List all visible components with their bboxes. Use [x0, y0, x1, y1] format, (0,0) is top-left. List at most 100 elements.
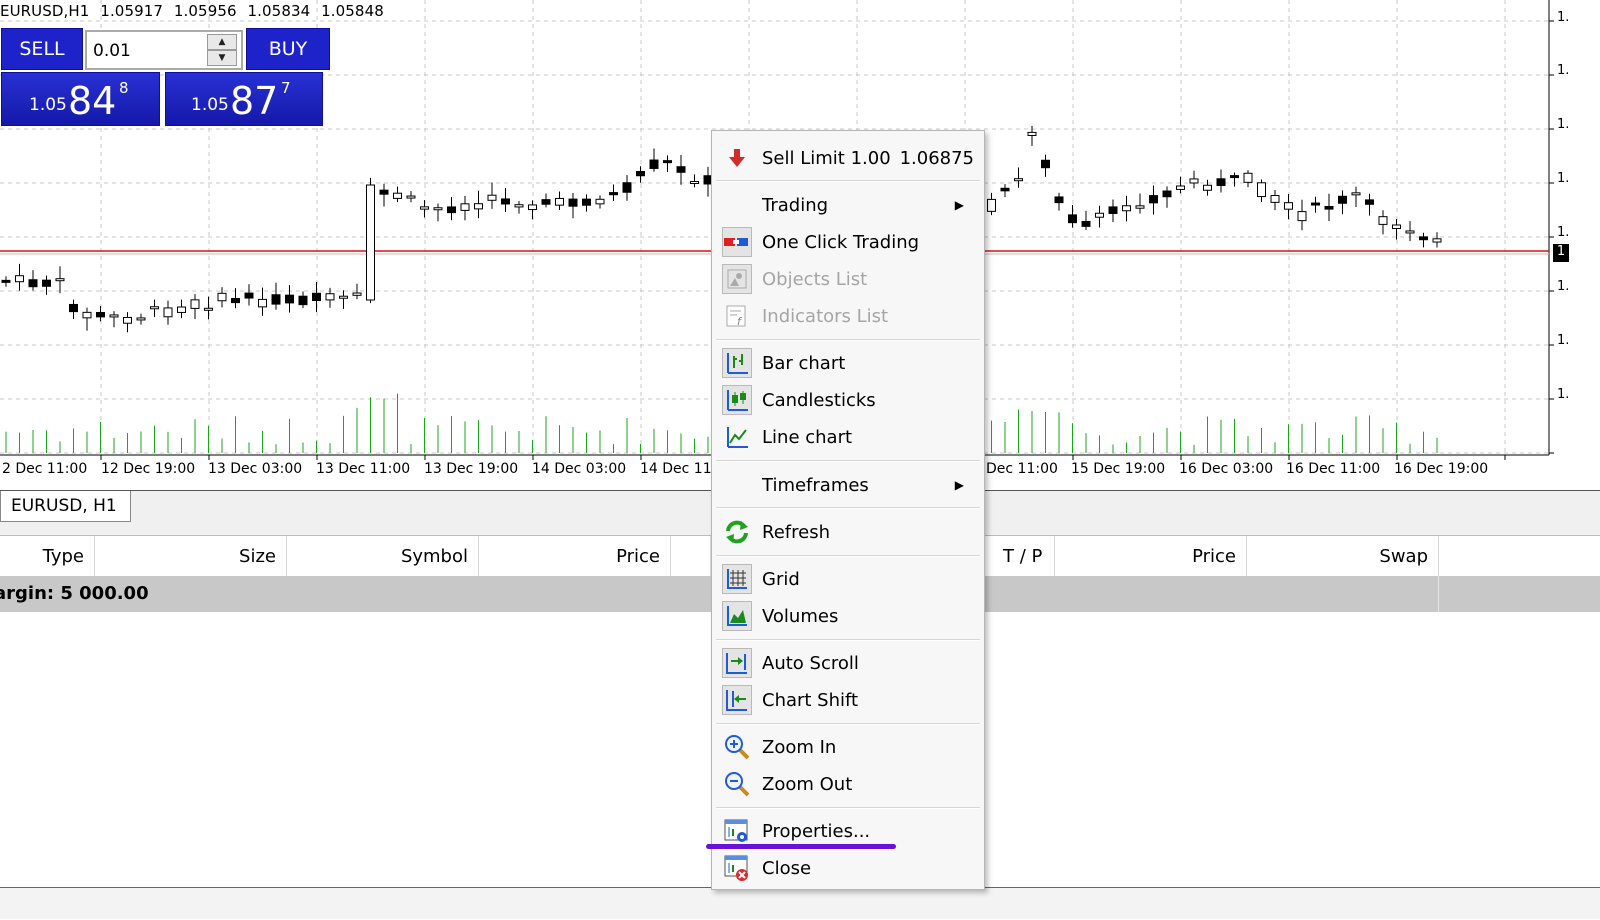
menu-separator [716, 507, 980, 509]
candle-body [339, 295, 348, 299]
candle-body [285, 294, 294, 304]
menu-item-volumes[interactable]: Volumes [716, 598, 980, 634]
candle-body [231, 298, 240, 304]
column-header-symbol[interactable]: Symbol [287, 536, 479, 576]
menu-item-trading[interactable]: Trading ▶ [716, 187, 980, 223]
candle-body [1108, 206, 1118, 214]
candle-body [622, 182, 632, 193]
candle-body [1432, 238, 1442, 243]
lot-decrease-button[interactable]: ▼ [207, 50, 237, 66]
status-bar [0, 888, 1600, 919]
column-header-price-current[interactable]: Price [1055, 536, 1247, 576]
menu-item-sell-limit[interactable]: Sell Limit 1.00 1.06875 [716, 140, 980, 176]
menu-item-bar-chart[interactable]: Bar chart [716, 345, 980, 381]
buy-price-button[interactable]: 1.05 87 7 [165, 72, 323, 126]
time-tick: 13 Dec 03:00 [208, 461, 303, 477]
candle-body [1338, 195, 1347, 204]
arrow-up-icon: ▲ [218, 37, 226, 47]
chart-shift-icon [722, 685, 752, 715]
candle-body [1081, 220, 1091, 227]
bar-chart-icon [722, 348, 752, 378]
column-header-tp[interactable]: T / P [985, 536, 1055, 576]
one-click-trading-panel: SELL ▲ ▼ BUY 1.05 84 8 1.05 87 7 [0, 28, 331, 126]
menu-label: Close [762, 857, 812, 879]
sell-price-button[interactable]: 1.05 84 8 [1, 72, 160, 126]
menu-label: Volumes [762, 605, 839, 627]
menu-separator [716, 639, 980, 641]
menu-item-grid[interactable]: Grid [716, 561, 980, 597]
column-header-size[interactable]: Size [95, 536, 287, 576]
time-tick: Dec 11:00 [986, 461, 1058, 477]
menu-label: Grid [762, 568, 800, 590]
candle-body [406, 195, 416, 199]
menu-item-line-chart[interactable]: Line chart [716, 419, 980, 455]
menu-label: Sell Limit 1.00 [762, 147, 891, 169]
candle-body [1054, 196, 1064, 204]
menu-label: Properties... [762, 820, 871, 842]
candle-body [1095, 212, 1104, 218]
candle-body [1365, 199, 1374, 205]
candle-body [109, 314, 119, 318]
candle-body [177, 306, 186, 313]
chart-header: EURUSD,H1 1.05917 1.05956 1.05834 1.0584… [0, 2, 390, 20]
candle-body [82, 311, 92, 319]
tab-eurusd-h1[interactable]: EURUSD, H1 [0, 491, 131, 522]
candle-body [55, 278, 65, 282]
balance-text: argin: 5 000.00 [0, 583, 149, 604]
candle-body [609, 192, 618, 196]
candle-body [447, 206, 456, 214]
candle-body [366, 184, 375, 301]
chart-open: 1.05917 [100, 2, 164, 20]
candle-body [28, 279, 38, 288]
menu-item-one-click-trading[interactable]: One Click Trading [716, 224, 980, 260]
candle-body [595, 198, 605, 205]
submenu-arrow-icon: ▶ [954, 478, 964, 492]
candle-body [1419, 236, 1428, 241]
menu-label: Zoom In [762, 736, 837, 758]
menu-item-timeframes[interactable]: Timeframes ▶ [716, 467, 980, 503]
menu-item-chart-shift[interactable]: Chart Shift [716, 682, 980, 718]
menu-separator [716, 339, 980, 341]
time-tick: 16 Dec 11:00 [1286, 461, 1381, 477]
menu-item-zoom-in[interactable]: Zoom In [716, 729, 980, 765]
menu-separator [716, 180, 980, 182]
candle-body [676, 166, 686, 173]
candle-body [190, 299, 200, 309]
menu-item-refresh[interactable]: Refresh [716, 514, 980, 550]
column-header-sl[interactable] [671, 536, 711, 576]
candle-body [1162, 190, 1172, 198]
zoom-out-icon [722, 769, 752, 799]
candle-body [541, 199, 551, 205]
time-tick: 12 Dec 19:00 [101, 461, 196, 477]
candle-body [123, 316, 132, 324]
grid-icon [722, 564, 752, 594]
menu-item-zoom-out[interactable]: Zoom Out [716, 766, 980, 802]
candle-body [42, 279, 51, 287]
column-header-price[interactable]: Price [479, 536, 671, 576]
lot-size-stepper[interactable]: ▲ ▼ [85, 30, 243, 70]
candle-body [582, 198, 591, 206]
price-tick: 1. [1557, 279, 1570, 294]
candle-body [312, 292, 321, 302]
lot-size-input[interactable] [91, 36, 205, 66]
buy-button[interactable]: BUY [246, 28, 330, 70]
candle-body [1203, 184, 1212, 191]
menu-label: One Click Trading [762, 231, 920, 253]
menu-item-close[interactable]: Close [716, 850, 980, 886]
menu-separator [716, 555, 980, 557]
sell-button[interactable]: SELL [1, 28, 83, 70]
candle-body [1405, 230, 1415, 234]
zoom-in-icon [722, 732, 752, 762]
menu-item-auto-scroll[interactable]: Auto Scroll [716, 645, 980, 681]
price-tick: 1. [1557, 171, 1570, 186]
candle-body [1189, 178, 1199, 184]
column-header-type[interactable]: Type [0, 536, 95, 576]
price-tick: 1. [1557, 387, 1570, 402]
column-header-swap[interactable]: Swap [1247, 536, 1439, 576]
menu-item-candlesticks[interactable]: Candlesticks [716, 382, 980, 418]
line-chart-icon [722, 422, 752, 452]
candle-body [244, 292, 254, 299]
menu-label: Auto Scroll [762, 652, 859, 674]
candle-body [1122, 205, 1131, 212]
lot-increase-button[interactable]: ▲ [207, 34, 237, 50]
